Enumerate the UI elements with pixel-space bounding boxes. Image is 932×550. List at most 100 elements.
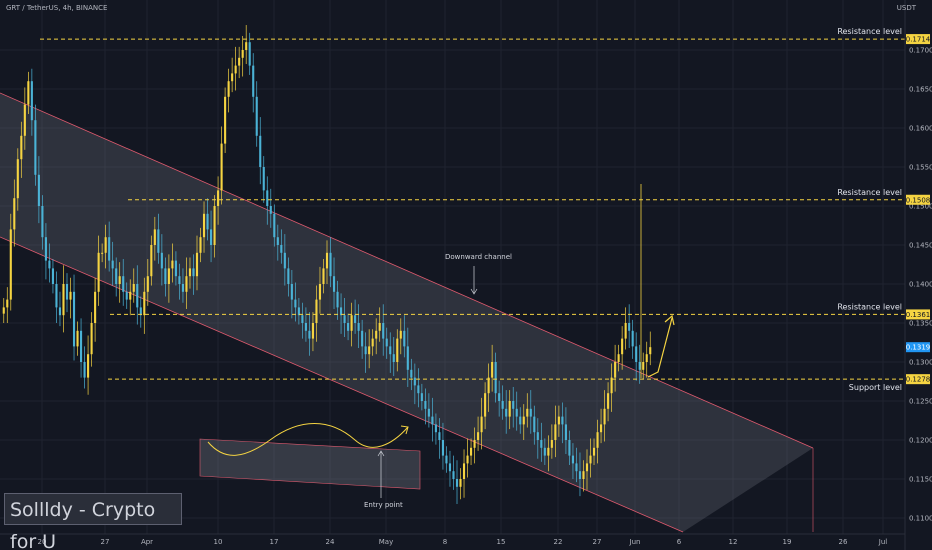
candle-body (273, 213, 276, 238)
candle-body (20, 135, 23, 160)
candle-body (420, 393, 423, 401)
y-tick-label: 0.1100 (909, 515, 932, 523)
candle-body (44, 237, 47, 261)
price-chart[interactable]: Resistance level Resistance level Resistan… (0, 0, 932, 550)
y-tick-label: 0.1600 (909, 125, 932, 133)
candle-body (322, 268, 325, 284)
candle-body (262, 167, 265, 191)
candle-body (431, 416, 434, 425)
x-tick-label: Apr (141, 538, 153, 546)
candle-body (441, 440, 444, 456)
candle-body (90, 323, 93, 355)
projection-line (647, 317, 673, 378)
candle-body (9, 229, 12, 300)
level-price-text: 0.1361 (906, 311, 931, 319)
level-price-text: 0.1508 (906, 196, 931, 204)
candle-body (628, 323, 631, 331)
candle-body (484, 393, 487, 417)
candle-body (578, 471, 582, 479)
candle-body (477, 432, 480, 440)
candle-body (515, 408, 518, 417)
candle-body (181, 284, 184, 292)
x-tick-label: Jul (878, 538, 888, 546)
level-label: Resistance level (837, 188, 902, 197)
candle-body (217, 190, 220, 206)
candle-body (610, 377, 613, 394)
candle-body (645, 354, 648, 362)
candle-body (58, 307, 62, 316)
candle-body (206, 213, 209, 230)
candle-body (357, 323, 360, 331)
candle-body (592, 447, 596, 456)
price-axis[interactable]: 0.17000.16500.16000.15500.15000.14500.14… (909, 47, 932, 523)
candle-body (582, 471, 585, 479)
candle-body (470, 447, 473, 456)
candle-body (2, 307, 5, 314)
candle-body (122, 276, 125, 292)
candle-body (13, 198, 16, 230)
candle-body (301, 315, 304, 323)
projection-head (664, 314, 675, 326)
candle-body (452, 471, 455, 479)
candle-body (635, 346, 638, 362)
candle-body (494, 362, 497, 394)
candle-body (336, 291, 339, 308)
candle-body (462, 463, 466, 479)
x-tick-label: 27 (101, 538, 110, 546)
y-tick-label: 0.1250 (909, 398, 932, 406)
candle-body (448, 463, 452, 472)
candle-body (385, 338, 388, 347)
candle-body (87, 354, 90, 378)
candle-body (617, 354, 620, 362)
candle-body (80, 330, 83, 362)
candle-body (51, 268, 54, 284)
candle-body (466, 455, 469, 464)
candle-body (417, 385, 420, 394)
x-tick-label: 8 (443, 538, 447, 546)
candle-body (185, 276, 188, 292)
candle-body (72, 291, 76, 347)
candle-body (234, 65, 237, 74)
candle-body (329, 252, 332, 277)
candle-body (174, 260, 177, 277)
candle-body (371, 338, 374, 347)
candle-body (94, 291, 97, 323)
candle-body (325, 252, 329, 269)
candle-body (638, 362, 641, 370)
candle-body (350, 315, 353, 331)
level-price-text: 0.1278 (906, 376, 931, 384)
projection-arrow (647, 314, 675, 378)
candle-body (642, 362, 645, 370)
candle-body (132, 284, 135, 292)
candle-body (459, 479, 462, 487)
candle-body (550, 440, 553, 448)
y-tick-label: 0.1200 (909, 437, 932, 445)
candle-body (188, 268, 192, 277)
level-label: Support level (849, 383, 902, 392)
candle-body (438, 432, 441, 440)
candle-body (315, 299, 318, 323)
candle-body (403, 330, 406, 347)
candle-body (354, 315, 357, 323)
candle-body (34, 120, 37, 175)
level-label: Resistance level (837, 302, 902, 311)
candle-body (392, 354, 395, 362)
candle-body (83, 362, 86, 378)
candle-body (143, 291, 146, 316)
candle-body (427, 408, 430, 417)
candle-body (308, 330, 311, 339)
candle-body (115, 268, 118, 284)
candle-body (178, 276, 181, 284)
candle-body (600, 424, 603, 433)
candle-body (519, 416, 522, 425)
candle-body (287, 268, 290, 284)
candle-body (382, 323, 385, 339)
x-tick-label: 26 (839, 538, 848, 546)
candle-body (557, 416, 560, 425)
symbol-label[interactable]: GRT / TetherUS, 4h, BINANCE (6, 4, 107, 12)
y-tick-label: 0.1550 (909, 164, 932, 172)
candle-body (171, 260, 174, 269)
candle-body (220, 143, 223, 191)
candle-body (589, 455, 592, 464)
candle-body (529, 408, 532, 417)
